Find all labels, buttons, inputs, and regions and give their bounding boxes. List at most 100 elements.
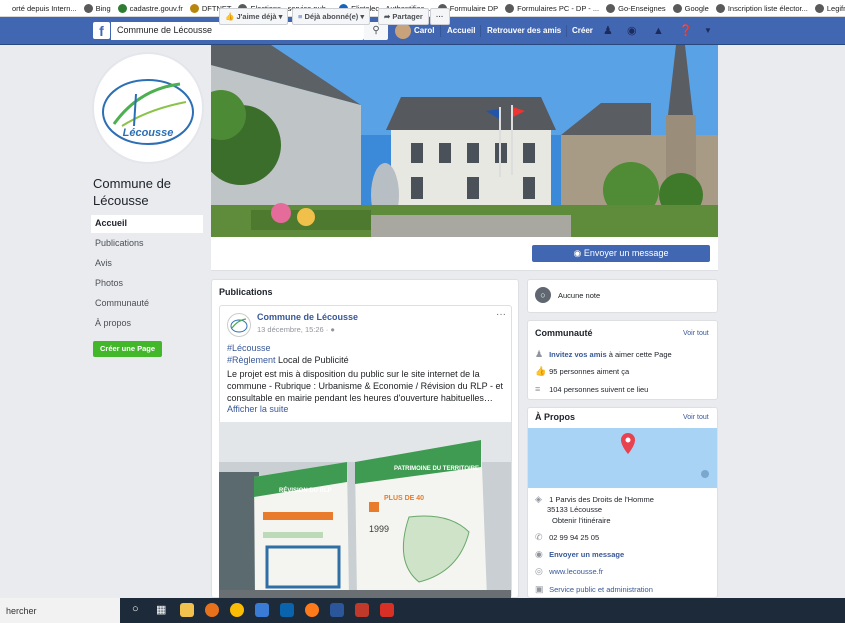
- file-explorer-icon[interactable]: [180, 603, 194, 617]
- panel-year: 1999: [369, 524, 389, 534]
- followers-row: ≡ 104 personnes suivent ce lieu: [535, 384, 649, 394]
- bookmark-favicon-icon: [715, 3, 725, 13]
- bookmark-item[interactable]: cadastre.gouv.fr: [117, 3, 183, 13]
- community-see-all-link[interactable]: Voir tout: [683, 330, 709, 337]
- share-button[interactable]: ➦ Partager: [378, 8, 429, 25]
- community-title: Communauté: [535, 328, 593, 338]
- page-nav-publications[interactable]: Publications: [91, 235, 203, 253]
- avatar[interactable]: [395, 23, 411, 39]
- cover-photo[interactable]: [211, 45, 718, 237]
- panel-stat: PLUS DE 40: [384, 495, 424, 502]
- page-nav-about[interactable]: À propos: [91, 315, 203, 333]
- bookmark-item[interactable]: orté depuis Intern...: [0, 3, 77, 13]
- chevron-down-icon: ▾: [360, 12, 365, 21]
- create-page-button[interactable]: Créer une Page: [93, 341, 162, 357]
- section-title: Publications: [219, 287, 273, 297]
- bookmark-label: cadastre.gouv.fr: [129, 3, 183, 13]
- bookmark-label: Inscription liste élector...: [727, 3, 808, 13]
- bookmark-label: Formulaire DP: [449, 3, 499, 13]
- acrobat-icon[interactable]: [380, 603, 394, 617]
- outlook-icon[interactable]: [280, 603, 294, 617]
- panel-title: RÉVISION DU RLP: [279, 486, 332, 494]
- home-link[interactable]: Accueil: [447, 26, 475, 35]
- bookmark-item[interactable]: Bing: [83, 3, 111, 13]
- page-nav-home[interactable]: Accueil: [91, 215, 203, 233]
- no-rating-text: Aucune note: [558, 291, 601, 300]
- post-menu-button[interactable]: ···: [496, 309, 506, 320]
- windows-taskbar: hercher ○ ▦: [0, 598, 845, 623]
- post-author-avatar[interactable]: [227, 313, 251, 337]
- firefox-icon[interactable]: [205, 603, 219, 617]
- chrome-icon[interactable]: [230, 603, 244, 617]
- page-nav-reviews[interactable]: Avis: [91, 255, 203, 273]
- website-link[interactable]: www.lecousse.fr: [549, 567, 603, 576]
- globe-icon: ●: [330, 325, 335, 334]
- post-timestamp[interactable]: 13 décembre, 15:26 · ●: [257, 325, 335, 334]
- bookmark-favicon-icon: [606, 3, 616, 13]
- hashtag-link[interactable]: #Lécousse: [227, 343, 271, 353]
- phone-row: ✆ 02 99 94 25 05: [535, 532, 600, 542]
- app-icon[interactable]: [355, 603, 369, 617]
- send-message-row: ◉ Envoyer un message: [535, 549, 624, 560]
- profile-link[interactable]: Carol: [414, 26, 434, 35]
- location-map[interactable]: [528, 428, 717, 488]
- bookmark-item[interactable]: Formulaires PC - DP - ...: [505, 3, 600, 13]
- messenger-icon[interactable]: ◉: [627, 24, 637, 38]
- thumbs-up-icon: 👍: [535, 366, 547, 376]
- follow-button[interactable]: ≡ Déjà abonné(e) ▾: [292, 8, 371, 25]
- account-menu-chevron-down-icon[interactable]: ▼: [704, 24, 712, 38]
- page-profile-picture[interactable]: Lécousse: [92, 52, 204, 164]
- bookmark-item[interactable]: Legifrance: [814, 3, 845, 13]
- notifications-bell-icon[interactable]: ▲: [653, 24, 664, 38]
- like-button[interactable]: 👍 J'aime déjà ▾: [219, 8, 289, 25]
- hashtag-link[interactable]: #Règlement: [227, 355, 276, 365]
- divider: [440, 25, 441, 37]
- post-author-link[interactable]: Commune de Lécousse: [257, 312, 358, 322]
- more-options-button[interactable]: ···: [430, 8, 450, 25]
- about-see-all-link[interactable]: Voir tout: [683, 414, 709, 421]
- send-message-link[interactable]: Envoyer un message: [549, 550, 624, 559]
- invite-friends-icon: ♟: [535, 349, 544, 359]
- divider: [566, 25, 567, 37]
- task-view-icon[interactable]: ▦: [156, 603, 166, 616]
- taskbar-search-input[interactable]: hercher: [0, 598, 120, 623]
- map-pin-icon: [621, 433, 709, 478]
- create-link[interactable]: Créer: [572, 26, 593, 35]
- post-photo[interactable]: RÉVISION DU RLP PATRIMOINE DU TERRITOIRE…: [219, 422, 511, 598]
- invite-friends-link[interactable]: Invitez vos amis: [549, 350, 607, 359]
- page-nav-photos[interactable]: Photos: [91, 275, 203, 293]
- reviews-card: [527, 279, 718, 313]
- word-icon[interactable]: [330, 603, 344, 617]
- bookmark-favicon-icon: [0, 3, 9, 13]
- messenger-icon: ◉: [535, 549, 543, 559]
- location-icon: ◈: [535, 494, 542, 504]
- page-nav-community[interactable]: Communauté: [91, 295, 203, 313]
- bookmark-label: Legifrance: [826, 3, 845, 13]
- see-more-link[interactable]: Afficher la suite: [227, 404, 288, 414]
- category-row: ▣ Service public et administration: [535, 584, 653, 595]
- facebook-logo-icon[interactable]: f: [93, 22, 110, 39]
- bookmark-item[interactable]: Go-Enseignes: [606, 3, 666, 13]
- logo-text: Lécousse: [123, 127, 174, 139]
- bookmark-favicon-icon: [83, 3, 93, 13]
- bookmark-favicon-icon: [814, 3, 824, 13]
- bookmark-favicon-icon: [672, 3, 682, 13]
- friend-requests-icon[interactable]: ♟: [603, 24, 613, 38]
- bookmark-item[interactable]: Google: [672, 3, 709, 13]
- address-line2: 35133 Lécousse: [547, 505, 603, 514]
- app-icon[interactable]: [305, 603, 319, 617]
- app-icon[interactable]: [255, 603, 269, 617]
- rss-icon: ≡: [535, 384, 541, 394]
- messenger-icon: ◉: [573, 248, 582, 258]
- find-friends-link[interactable]: Retrouver des amis: [487, 26, 561, 35]
- directions-link[interactable]: Obtenir l'itinéraire: [552, 516, 611, 525]
- cortana-icon[interactable]: ○: [132, 603, 139, 615]
- globe-icon: ◎: [535, 566, 543, 576]
- send-message-button[interactable]: ◉ Envoyer un message: [532, 245, 710, 262]
- bookmark-label: Formulaires PC - DP - ...: [517, 3, 600, 13]
- bookmark-item[interactable]: Inscription liste élector...: [715, 3, 808, 13]
- help-icon[interactable]: ❓: [679, 24, 693, 38]
- post-line: #Règlement Local de Publicité: [227, 355, 349, 365]
- category-link[interactable]: Service public et administration: [549, 585, 653, 594]
- panel-title: PATRIMOINE DU TERRITOIRE: [394, 466, 479, 472]
